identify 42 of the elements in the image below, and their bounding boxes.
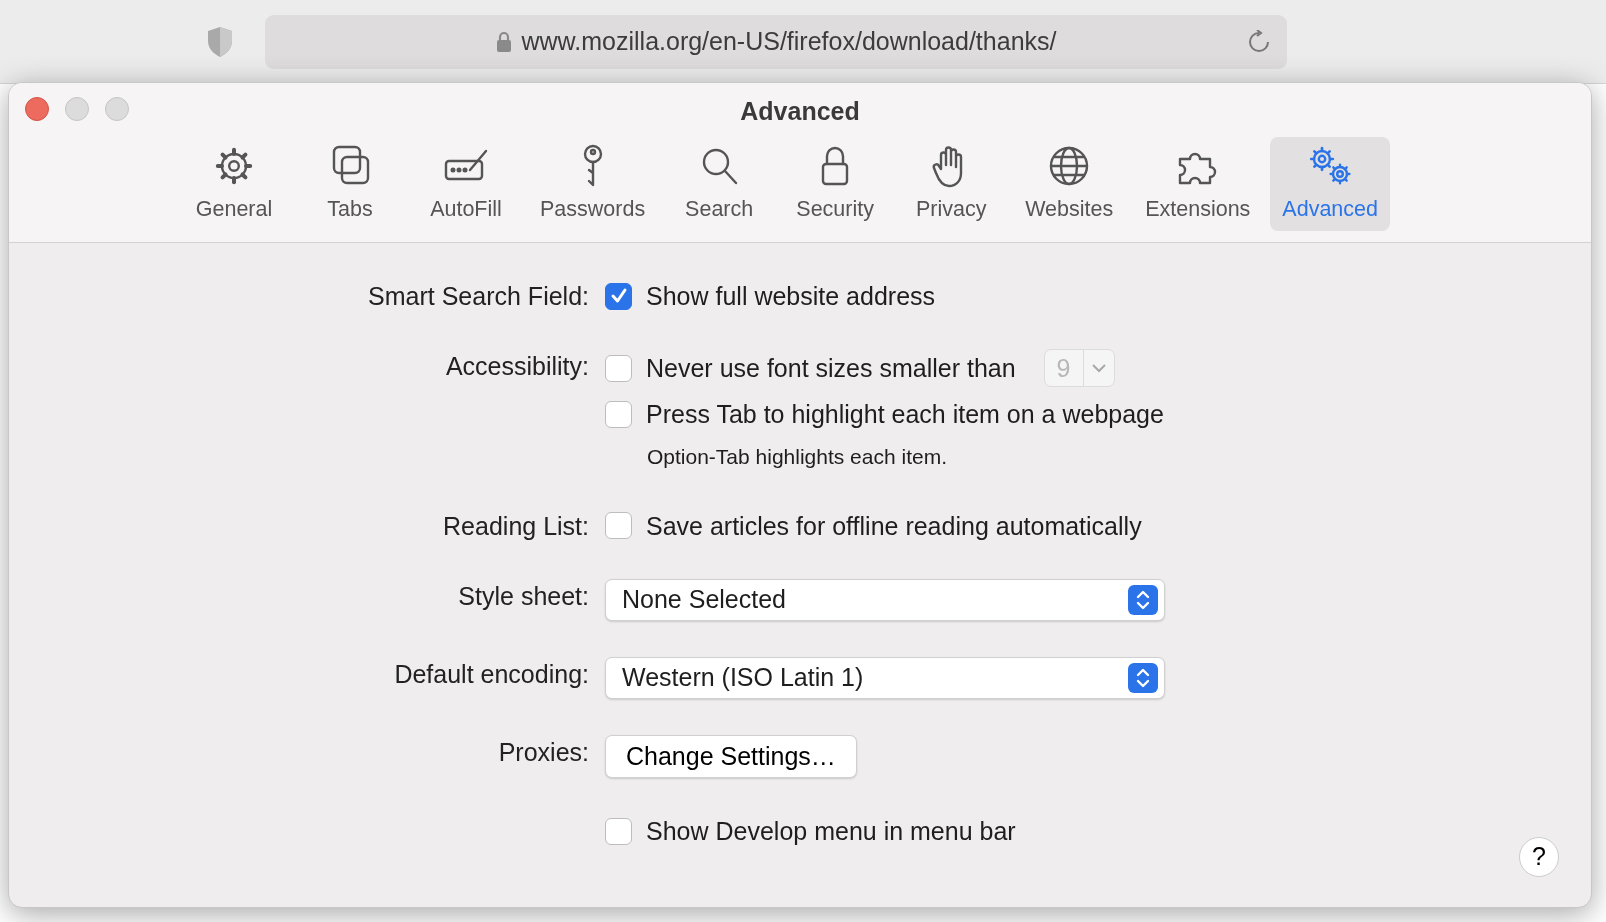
checkbox[interactable]	[605, 400, 632, 428]
setting-label: Accessibility:	[444, 351, 589, 382]
checkbox[interactable]	[605, 512, 632, 539]
toolbar-tab[interactable]: Search	[665, 136, 774, 231]
setting-label: Default encoding:	[393, 658, 589, 690]
setting-label: Reading List:	[442, 510, 589, 542]
toolbar-tab[interactable]: Tabs	[296, 136, 404, 231]
updown-arrows-icon	[1135, 666, 1151, 689]
change-settings-button[interactable]: Change Settings…	[605, 734, 857, 778]
toolbar-tab[interactable]: General	[180, 136, 288, 231]
popup-menu[interactable]: None Selected	[605, 578, 1165, 621]
toolbar-tab[interactable]: Security	[781, 136, 890, 231]
lock-icon	[495, 30, 512, 53]
updown-arrows-icon	[1135, 588, 1151, 611]
address-bar[interactable]: www.mozilla.org/en-US/firefox/download/thanks/	[265, 14, 1287, 69]
checkbox[interactable]	[605, 282, 632, 310]
url-text: www.mozilla.org/en-US/firefox/download/thanks/	[521, 25, 1057, 57]
help-button[interactable]: ?	[1519, 837, 1559, 877]
zoom-button[interactable]	[105, 97, 129, 121]
setting-label: Smart Search Field:	[367, 281, 589, 312]
window-title: Advanced	[740, 96, 860, 127]
reload-icon[interactable]	[1247, 29, 1271, 54]
chevron-down-icon	[1089, 362, 1108, 374]
setting-label: Proxies:	[497, 736, 589, 768]
toolbar-tab[interactable]: Passwords	[528, 136, 658, 231]
toolbar-tab[interactable]: AutoFill	[412, 136, 520, 231]
checkbox[interactable]	[605, 817, 632, 845]
popup-menu[interactable]: Western (ISO Latin 1)	[605, 656, 1165, 699]
checkbox-label[interactable]: Never use font sizes smaller than	[646, 351, 1016, 385]
help-text: Option-Tab highlights each item.	[646, 444, 948, 470]
checkbox-label[interactable]: Press Tab to highlight each item on a webpage	[646, 397, 1164, 431]
checkbox[interactable]	[605, 354, 632, 382]
toolbar-tab[interactable]: Websites	[1013, 136, 1126, 231]
checkbox-label[interactable]: Show Develop menu in menu bar	[646, 814, 1016, 848]
checkbox-label[interactable]: Show full website address	[646, 279, 936, 313]
checkbox-label[interactable]: Save articles for offline reading automatically	[646, 508, 1142, 543]
minimize-button[interactable]	[65, 97, 89, 121]
shield-icon[interactable]	[205, 24, 235, 59]
close-button[interactable]	[25, 97, 49, 121]
toolbar-tab[interactable]: Privacy	[897, 136, 1006, 231]
toolbar-tab[interactable]: Extensions	[1133, 136, 1263, 231]
setting-label: Style sheet:	[457, 580, 589, 612]
